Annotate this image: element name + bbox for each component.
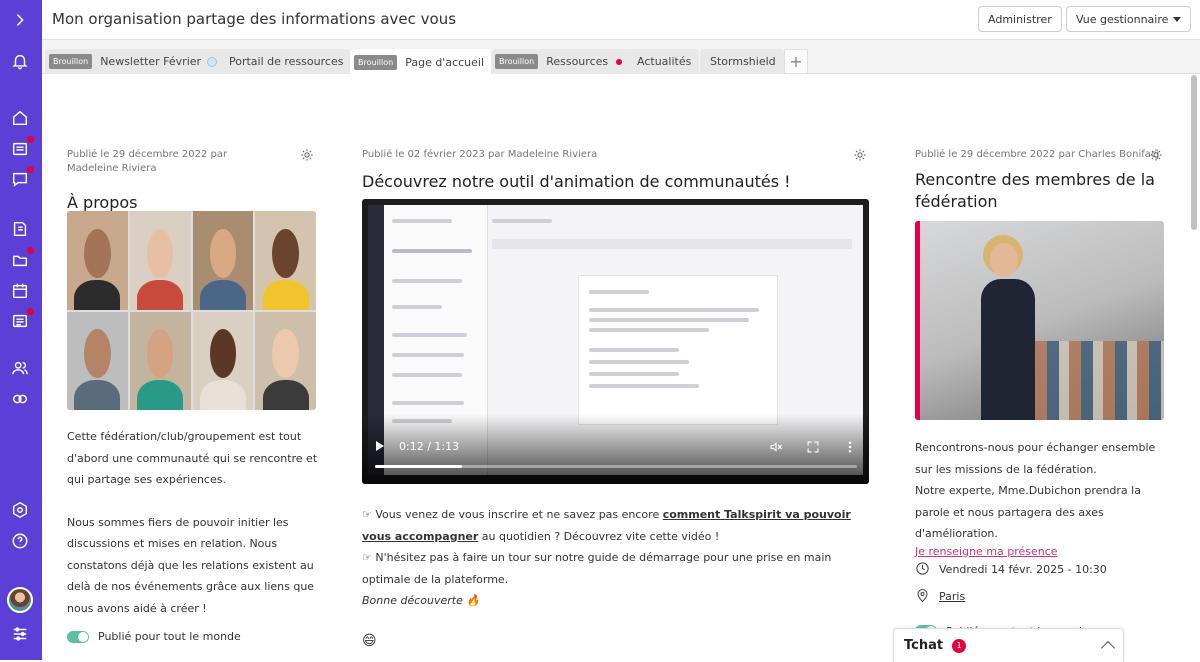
video-player[interactable]: 0:12 / 1:13 [362, 199, 869, 484]
folder-icon[interactable] [9, 246, 35, 271]
play-icon[interactable] [376, 441, 384, 451]
card-rencontre: Publié le 29 décembre 2022 par Charles B… [915, 148, 1165, 213]
draft-badge: Brouillon [49, 54, 93, 69]
tab-page-d-accueil[interactable]: Brouillon Page d'accueil [350, 49, 493, 75]
fullscreen-icon[interactable] [806, 439, 820, 458]
paragraph: Notre experte, Mme.Dubichon prendra la p… [915, 484, 1141, 540]
video-post-preview [578, 275, 778, 425]
card-title: Découvrez notre outil d'animation de com… [362, 172, 791, 191]
user-avatar[interactable] [7, 587, 33, 613]
paragraph: Nous sommes fiers de pouvoir initier les… [67, 515, 315, 615]
tab-label: Newsletter Février [100, 55, 202, 68]
visibility-row: Publié pour tout le monde [67, 630, 319, 643]
tab-label: Ressources [546, 55, 609, 68]
page-tabs: Brouillon Newsletter Février Portail de … [42, 40, 1200, 75]
card-a-propos-body: Cette fédération/club/groupement est tou… [67, 426, 319, 643]
scroll-thumb[interactable] [1191, 75, 1197, 230]
add-tab-button[interactable]: + [784, 49, 808, 74]
settings-icon[interactable] [9, 499, 31, 521]
link-icon[interactable] [9, 388, 31, 410]
video-progress[interactable] [375, 465, 857, 468]
list-icon[interactable] [9, 307, 35, 332]
notification-dot [616, 58, 623, 65]
chat-label: Tchat [904, 638, 944, 653]
notification-dot [26, 135, 35, 144]
paragraph: ☞ N'hésitez pas à faire un tour sur notr… [362, 551, 832, 586]
visibility-label: Publié pour tout le monde [98, 630, 241, 643]
publish-meta: Publié le 29 décembre 2022 par Charles B… [915, 149, 1160, 160]
gear-icon[interactable] [300, 147, 314, 166]
notification-dot [26, 165, 35, 174]
bell-icon[interactable] [9, 50, 31, 72]
status-dot [207, 56, 218, 67]
users-icon[interactable] [9, 357, 31, 379]
chat-panel-header[interactable]: Tchat 1 [893, 628, 1124, 662]
tab-label: Stormshield [710, 55, 776, 68]
view-select[interactable]: Vue gestionnaire [1066, 6, 1191, 32]
card-title: Rencontre des membres de la fédération [915, 170, 1155, 211]
video-time: 0:12 / 1:13 [399, 440, 460, 453]
gear-icon[interactable] [853, 147, 867, 166]
news-icon[interactable] [9, 135, 35, 160]
scrollbar[interactable] [1190, 75, 1198, 660]
page-title: Mon organisation partage des information… [52, 10, 457, 28]
sliders-icon[interactable] [9, 623, 31, 645]
paragraph: Cette fédération/club/groupement est tou… [67, 430, 318, 486]
conference-image [915, 221, 1164, 420]
paragraph: Rencontrons-nous pour échanger ensemble … [915, 441, 1156, 476]
top-header: Mon organisation partage des information… [42, 0, 1200, 40]
chevron-up-icon[interactable] [1100, 640, 1116, 656]
paragraph: Bonne découverte 🔥 [362, 594, 481, 607]
draft-badge: Brouillon [354, 54, 398, 70]
home-icon[interactable] [9, 107, 31, 129]
card-rencontre-body: Rencontrons-nous pour échanger ensemble … [915, 437, 1165, 638]
rsvp-link[interactable]: Je renseigne ma présence [915, 545, 1165, 558]
chevron-right-icon[interactable] [9, 9, 31, 31]
tab-stormshield[interactable]: Stormshield [700, 49, 784, 74]
chat-icon[interactable] [9, 165, 35, 190]
card-video-body: ☞ Vous venez de vous inscrire et ne save… [362, 504, 872, 652]
book-icon[interactable] [9, 218, 31, 240]
faces-image [67, 211, 316, 410]
left-sidebar [0, 0, 42, 660]
event-location-link[interactable]: Paris [939, 590, 965, 603]
paragraph: ☞ Vous venez de vous inscrire et ne save… [362, 508, 851, 543]
event-location-row: Paris [915, 588, 1165, 606]
tab-actualites[interactable]: Actualités [627, 49, 700, 74]
view-select-label: Vue gestionnaire [1076, 12, 1169, 26]
more-icon[interactable] [843, 439, 857, 458]
publish-meta: Publié le 02 février 2023 par Madeleine … [362, 149, 598, 160]
draft-badge: Brouillon [495, 54, 539, 69]
tab-newsletter-fevrier[interactable]: Brouillon Newsletter Février [45, 49, 226, 74]
mute-icon[interactable] [769, 439, 783, 458]
tab-ressources[interactable]: Brouillon Ressources [491, 49, 631, 74]
notification-dot [26, 307, 35, 316]
card-a-propos: Publié le 29 décembre 2022 par Madeleine… [67, 148, 317, 214]
notification-dot [26, 246, 35, 255]
tab-label: Actualités [637, 55, 692, 68]
visibility-toggle[interactable] [67, 630, 89, 643]
caret-down-icon [1173, 16, 1181, 22]
gear-icon[interactable] [1149, 147, 1163, 166]
event-date: Vendredi 14 févr. 2025 - 10:30 [939, 563, 1107, 576]
event-date-row: Vendredi 14 févr. 2025 - 10:30 [915, 561, 1165, 579]
tab-portail-de-ressources[interactable]: Portail de ressources [219, 49, 352, 74]
chat-unread-badge: 1 [952, 638, 967, 653]
administrer-button[interactable]: Administrer [978, 6, 1062, 32]
tab-label: Page d'accueil [405, 55, 485, 69]
card-video: Publié le 02 février 2023 par Madeleine … [362, 148, 870, 193]
tab-label: Portail de ressources [229, 55, 344, 68]
video-progress-fill [375, 465, 462, 468]
help-icon[interactable] [9, 530, 31, 552]
clock-icon [915, 561, 930, 579]
reaction-emoji[interactable]: 😄 [362, 631, 872, 653]
pin-icon [915, 588, 930, 606]
calendar-icon[interactable] [9, 280, 31, 302]
publish-meta: Publié le 29 décembre 2022 par Madeleine… [67, 149, 228, 174]
